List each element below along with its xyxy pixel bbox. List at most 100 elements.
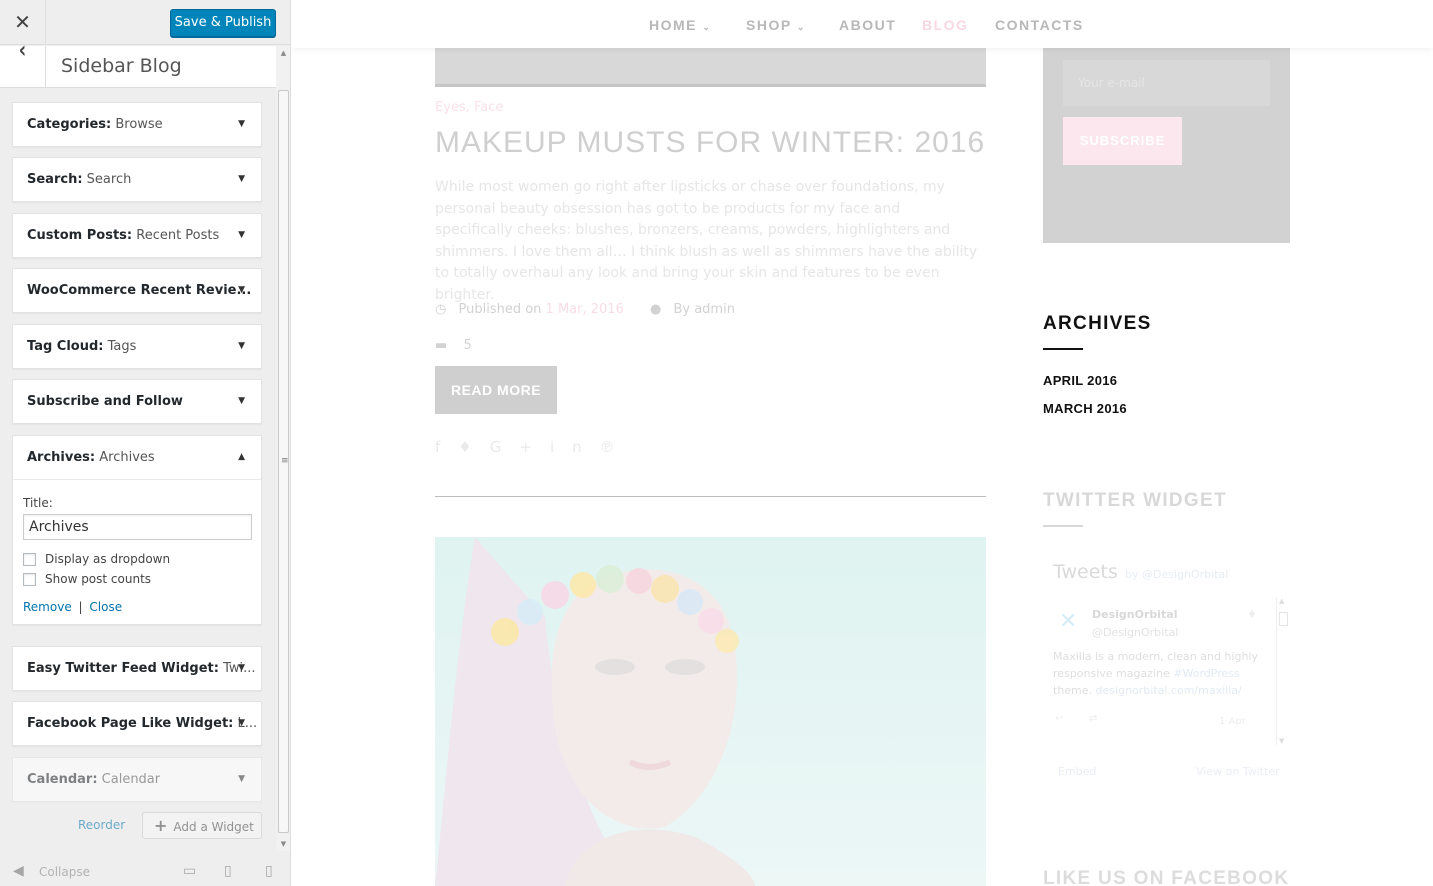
collapse-arrow-icon[interactable]: ▲ [238,436,245,479]
widget-woocommerce-reviews[interactable]: WooCommerce Recent Revie... ▼ [12,268,262,313]
mobile-preview-icon[interactable]: ▯ [265,863,273,879]
section-title: Sidebar Blog [61,55,182,77]
widget-title: Search [82,172,132,187]
tweet-author-name[interactable]: DesignOrbital [1092,608,1178,621]
expand-arrow-icon[interactable]: ▼ [238,758,245,801]
expand-arrow-icon[interactable]: ▼ [238,647,245,690]
post-title[interactable]: MAKEUP MUSTS FOR WINTER: 2016 [435,126,985,160]
post-categories[interactable]: Eyes, Face [435,100,503,115]
widget-facebook-page-like[interactable]: Facebook Page Like Widget: L... ▼ [12,701,262,746]
dropdown-option[interactable]: Display as dropdown [23,552,251,566]
user-icon: ● [649,302,662,317]
widget-header[interactable]: Easy Twitter Feed Widget: Twi... ▼ [13,647,261,690]
archives-title: ARCHIVES [1043,313,1152,334]
widget-header[interactable]: Categories: Browse ▼ [13,103,261,146]
widget-easy-twitter-feed[interactable]: Easy Twitter Feed Widget: Twi... ▼ [12,646,262,691]
tweet-link[interactable]: designorbital.com/maxilla/ [1096,684,1242,697]
title-input[interactable] [23,514,252,540]
widget-header[interactable]: Archives: Archives ▲ [13,436,261,479]
widget-tag-cloud[interactable]: Tag Cloud: Tags ▼ [12,324,262,369]
archive-link-april[interactable]: APRIL 2016 [1043,373,1117,388]
widget-custom-posts[interactable]: Custom Posts: Recent Posts ▼ [12,213,262,258]
reorder-link[interactable]: Reorder [78,818,125,832]
widget-type: Calendar: [27,772,98,787]
reply-icon[interactable]: ↩ [1055,713,1063,724]
post-image[interactable] [435,537,986,886]
widget-header[interactable]: WooCommerce Recent Revie... ▼ [13,269,261,312]
widget-categories[interactable]: Categories: Browse ▼ [12,102,262,147]
nav-about[interactable]: ABOUT [839,17,896,33]
twitter-widget-title: TWITTER WIDGET [1043,490,1227,511]
scroll-thumb[interactable]: ≡ [278,90,289,833]
tweet-date[interactable]: 1 Apr [1219,716,1246,727]
read-more-button[interactable]: READ MORE [435,366,557,414]
widget-header[interactable]: Subscribe and Follow ▼ [13,380,261,423]
expand-arrow-icon[interactable]: ▼ [238,325,245,368]
widget-type: Search: [27,172,83,187]
expand-arrow-icon[interactable]: ▼ [238,702,245,745]
comment-count[interactable]: ▬ 5 [435,338,472,353]
tweets-by[interactable]: by @DesignOrbital [1125,568,1228,581]
chevron-down-icon: ⌄ [702,22,712,32]
widget-type: WooCommerce Recent Revie... [27,283,252,298]
nav-contacts[interactable]: CONTACTS [995,17,1084,33]
nav-blog[interactable]: BLOG [922,17,968,33]
collapse-label[interactable]: Collapse [39,865,90,879]
archive-link-march[interactable]: MARCH 2016 [1043,401,1127,416]
scroll-up-icon[interactable]: ▲ [276,46,290,60]
customizer-footer: ◀ Collapse ▭ ▯ ▯ [0,860,290,886]
expand-arrow-icon[interactable]: ▼ [238,380,245,423]
panel-scrollbar[interactable]: ▲ ≡ ▼ [276,46,290,851]
embed-link[interactable]: Embed [1058,765,1096,778]
save-publish-button[interactable]: Save & Publish [170,9,276,37]
view-on-twitter-link[interactable]: View on Twitter [1196,765,1280,778]
collapse-icon[interactable]: ◀ [13,863,24,879]
add-widget-button[interactable]: + Add a Widget [142,812,262,839]
post-featured-image[interactable] [435,45,986,87]
retweet-icon[interactable]: ⇄ [1089,713,1097,724]
linkedin-icon[interactable]: in [550,438,600,456]
back-button[interactable]: ‹ [0,36,46,88]
widget-subscribe-follow[interactable]: Subscribe and Follow ▼ [12,379,262,424]
subscribe-button[interactable]: SUBSCRIBE [1063,117,1182,165]
twitter-icon[interactable]: ♦ [458,438,489,456]
nav-shop[interactable]: SHOP ⌄ [746,17,806,33]
google-plus-icon[interactable]: G+ [490,438,550,456]
widget-calendar[interactable]: Calendar: Calendar ▼ [12,757,262,802]
expand-arrow-icon[interactable]: ▼ [238,214,245,257]
tweet-author-handle[interactable]: @DesignOrbital [1092,626,1178,639]
dropdown-checkbox[interactable] [23,552,36,566]
desktop-preview-icon[interactable]: ▭ [183,863,196,879]
tablet-preview-icon[interactable]: ▯ [224,863,232,879]
remove-link[interactable]: Remove [23,600,72,614]
post-counts-checkbox[interactable] [23,572,36,586]
widget-header[interactable]: Search: Search ▼ [13,158,261,201]
facebook-icon[interactable]: f [435,438,458,456]
scroll-down-icon[interactable]: ▼ [276,837,290,851]
pinterest-icon[interactable]: ℗ [600,438,633,456]
expand-arrow-icon[interactable]: ▼ [238,103,245,146]
widget-header[interactable]: Custom Posts: Recent Posts ▼ [13,214,261,257]
tweet-hashtag[interactable]: #WordPress [1173,667,1239,680]
widget-header[interactable]: Facebook Page Like Widget: L... ▼ [13,702,261,745]
twitter-underline [1043,525,1083,527]
post-counts-label: Show post counts [45,572,152,586]
widget-archives[interactable]: Archives: Archives ▲ Title: Display as dr… [12,435,262,625]
widget-type: Archives: [27,450,96,465]
widget-header[interactable]: Tag Cloud: Tags ▼ [13,325,261,368]
nav-home[interactable]: HOME ⌄ [649,17,711,33]
published-date[interactable]: 1 Mar, 2016 [546,302,624,317]
expand-arrow-icon[interactable]: ▼ [238,158,245,201]
close-link[interactable]: Close [89,600,122,614]
widget-title: Browse [111,117,163,132]
tweets-scrollbar[interactable]: ▲ ▼ [1276,597,1289,745]
post-counts-option[interactable]: Show post counts [23,572,251,586]
chevron-left-icon: ‹ [18,36,27,64]
widget-header[interactable]: Calendar: Calendar ▼ [13,758,261,801]
published-prefix: Published on [458,302,542,317]
widget-search[interactable]: Search: Search ▼ [12,157,262,202]
post-excerpt: While most women go right after lipstick… [435,179,978,303]
post-author[interactable]: By admin [673,302,734,317]
expand-arrow-icon[interactable]: ▼ [238,269,245,312]
email-input[interactable]: Your e-mail [1063,60,1270,106]
